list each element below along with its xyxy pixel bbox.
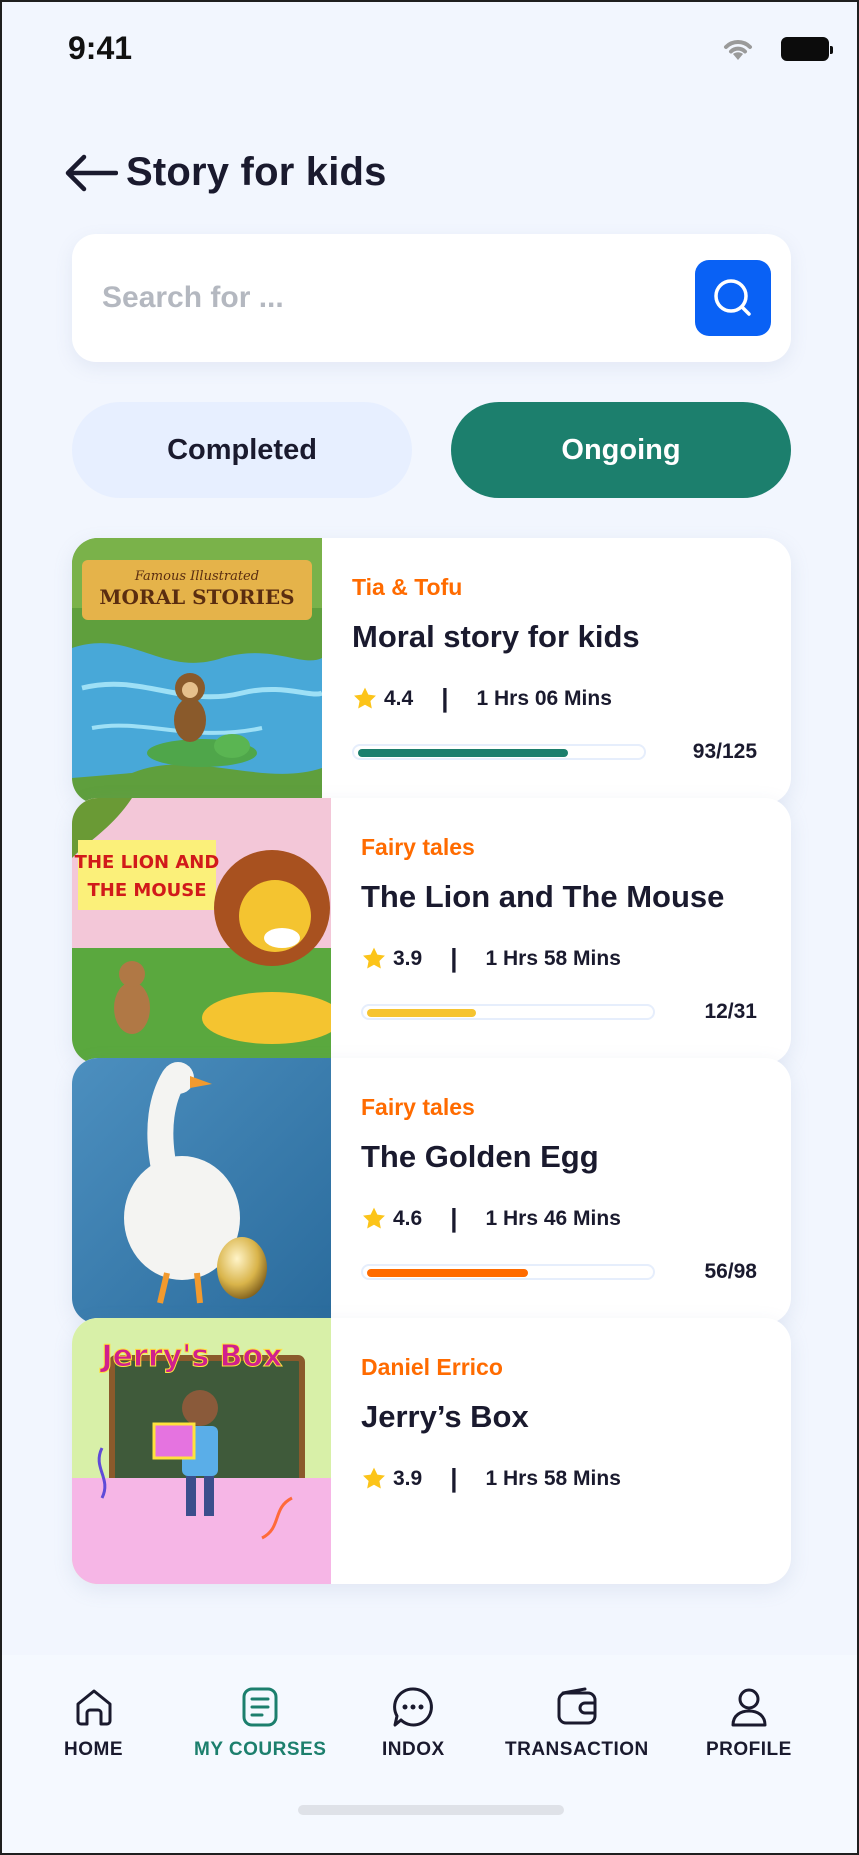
course-thumbnail: Jerry's Box — [72, 1318, 331, 1584]
progress-row: 56/98 — [361, 1260, 757, 1284]
course-info: Fairy tales The Golden Egg 4.6 | 1 Hrs 4… — [331, 1058, 791, 1324]
profile-icon — [731, 1688, 767, 1727]
course-meta: 3.9 | 1 Hrs 58 Mins — [361, 1463, 757, 1494]
search-button[interactable] — [695, 260, 771, 336]
course-info: Daniel Errico Jerry’s Box 3.9 | 1 Hrs 58… — [331, 1318, 791, 1584]
chat-icon — [393, 1687, 434, 1727]
meta-divider: | — [450, 943, 458, 973]
course-category: Fairy tales — [361, 834, 475, 860]
progress-bar — [361, 1004, 655, 1020]
nav-profile[interactable]: PROFILE — [706, 1685, 792, 1761]
battery-icon — [781, 37, 833, 61]
thumb-title-text: Jerry's Box — [100, 1339, 283, 1374]
star-icon — [354, 687, 376, 709]
course-meta: 4.4 | 1 Hrs 06 Mins — [352, 683, 757, 714]
course-info: Tia & Tofu Moral story for kids 4.4 | 1 … — [322, 538, 791, 804]
nav-label: HOME — [64, 1739, 123, 1760]
progress-count: 56/98 — [704, 1260, 757, 1283]
thumb-title-text: THE MOUSE — [88, 880, 207, 901]
tab-completed[interactable]: Completed — [72, 402, 412, 498]
progress-fill — [358, 749, 568, 757]
course-title: Jerry’s Box — [361, 1399, 529, 1434]
course-title: The Golden Egg — [361, 1139, 599, 1174]
meta-divider: | — [450, 1463, 458, 1493]
progress-fill — [367, 1009, 476, 1017]
course-category: Fairy tales — [361, 1094, 475, 1120]
nav-label: INDOX — [382, 1739, 445, 1760]
header: Story for kids — [62, 150, 387, 195]
search-bar — [72, 234, 791, 362]
nav-label: MY COURSES — [194, 1739, 327, 1760]
nav-my-courses[interactable]: MY COURSES — [194, 1685, 326, 1761]
progress-bar — [361, 1264, 655, 1280]
tab-ongoing[interactable]: Ongoing — [451, 402, 791, 498]
home-icon — [76, 1689, 111, 1726]
status-time: 9:41 — [68, 30, 133, 66]
course-card[interactable]: Jerry's Box Daniel Errico Jerry’s Box 3.… — [72, 1318, 791, 1584]
progress-row: 93/125 — [352, 740, 757, 764]
nav-label: PROFILE — [706, 1739, 792, 1760]
status-icons — [721, 36, 833, 62]
star-icon — [363, 1467, 385, 1489]
course-rating: 3.9 — [393, 946, 423, 970]
course-card[interactable]: THE LION AND THE MOUSE Fairy tales The L… — [72, 798, 791, 1064]
thumb-subtitle-text: Famous Illustrated — [134, 569, 259, 584]
wallet-icon — [557, 1687, 597, 1725]
meta-divider: | — [441, 683, 449, 713]
nav-transaction[interactable]: TRANSACTION — [505, 1685, 649, 1761]
phone-screen: 9:41 Story for kids Completed Ongoing — [0, 0, 859, 1855]
course-meta: 3.9 | 1 Hrs 58 Mins — [361, 943, 757, 974]
meta-divider: | — [450, 1203, 458, 1233]
course-category: Daniel Errico — [361, 1354, 503, 1380]
course-card[interactable]: Famous Illustrated MORAL STORIES Tia & T… — [72, 538, 791, 804]
progress-bar — [352, 744, 646, 760]
course-duration: 1 Hrs 06 Mins — [476, 686, 612, 710]
course-meta: 4.6 | 1 Hrs 46 Mins — [361, 1203, 757, 1234]
back-arrow-icon[interactable] — [62, 151, 122, 195]
nav-label: TRANSACTION — [505, 1739, 649, 1760]
course-duration: 1 Hrs 46 Mins — [485, 1206, 621, 1230]
search-input[interactable] — [102, 281, 695, 315]
courses-icon — [242, 1687, 278, 1727]
course-thumbnail: Famous Illustrated MORAL STORIES — [72, 538, 322, 804]
progress-row: 12/31 — [361, 1000, 757, 1024]
course-duration: 1 Hrs 58 Mins — [485, 946, 621, 970]
course-info: Fairy tales The Lion and The Mouse 3.9 |… — [331, 798, 791, 1064]
course-rating: 3.9 — [393, 1466, 423, 1490]
bottom-nav: HOME MY COURSES INDOX TRANSACTION PROFIL… — [2, 1655, 857, 1853]
progress-fill — [367, 1269, 528, 1277]
thumb-title-text: THE LION AND — [75, 852, 220, 873]
course-card[interactable]: Fairy tales The Golden Egg 4.6 | 1 Hrs 4… — [72, 1058, 791, 1324]
page-title: Story for kids — [126, 150, 387, 194]
course-title: The Lion and The Mouse — [361, 879, 725, 914]
home-indicator — [298, 1805, 564, 1815]
progress-count: 12/31 — [704, 1000, 757, 1023]
course-category: Tia & Tofu — [352, 574, 463, 600]
search-icon — [714, 279, 751, 316]
course-rating: 4.4 — [384, 686, 414, 710]
wifi-icon — [724, 40, 752, 60]
star-icon — [363, 1207, 385, 1229]
course-list[interactable]: Famous Illustrated MORAL STORIES Tia & T… — [2, 522, 857, 1655]
course-title: Moral story for kids — [352, 619, 640, 654]
star-icon — [363, 947, 385, 969]
course-duration: 1 Hrs 58 Mins — [485, 1466, 621, 1490]
nav-inbox[interactable]: INDOX — [382, 1685, 445, 1761]
thumb-title-text: MORAL STORIES — [99, 585, 294, 609]
course-thumbnail: THE LION AND THE MOUSE — [72, 798, 331, 1064]
course-thumbnail — [72, 1058, 331, 1324]
course-rating: 4.6 — [393, 1206, 423, 1230]
nav-home[interactable]: HOME — [64, 1685, 123, 1761]
progress-count: 93/125 — [692, 740, 757, 763]
